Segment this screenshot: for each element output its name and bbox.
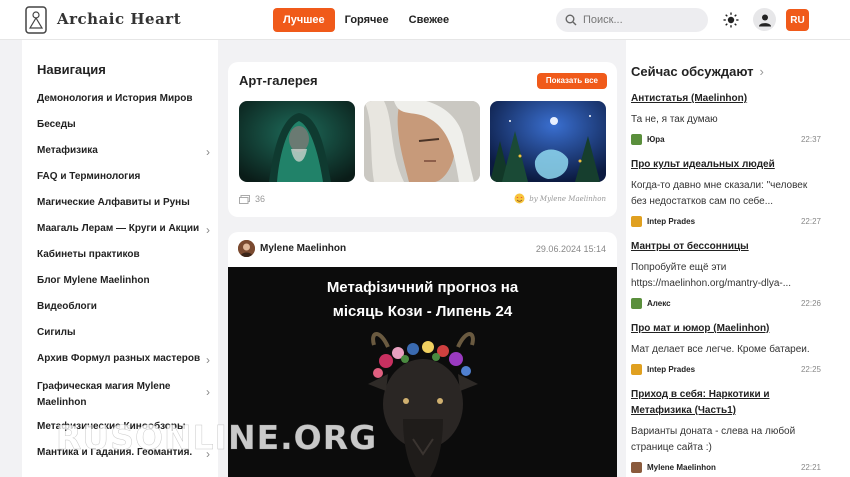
tab-hot[interactable]: Горячее	[335, 8, 399, 32]
discussion-user[interactable]: Юра	[647, 135, 665, 144]
discussion-title[interactable]: Про культ идеальных людей	[631, 157, 821, 173]
sidebar-item[interactable]: Маагаль Лерам — Круги и Акции ›	[37, 222, 212, 248]
images-icon	[239, 194, 250, 204]
gallery-thumbnail[interactable]	[490, 101, 606, 182]
post-headline-line1: Метафізичний прогноз на	[326, 279, 519, 296]
chevron-right-icon[interactable]: ›	[206, 386, 210, 398]
discussion-title[interactable]: Антистатья (Maelinhon)	[631, 91, 821, 107]
sidebar-item[interactable]: Демонология и История Миров	[37, 92, 212, 118]
discussion-text[interactable]: Попробуйте ещё эти https://maelinhon.org…	[631, 260, 821, 292]
discussion-user[interactable]: Intep Prades	[647, 365, 695, 374]
sidebar-item[interactable]: Графическая магия Mylene Maelinhon ›	[37, 378, 212, 420]
discussion-user[interactable]: Алекс	[647, 299, 671, 308]
discussion-title[interactable]: Мантры от бессонницы	[631, 239, 821, 255]
discussion-time: 22:37	[800, 135, 821, 144]
discussion-user[interactable]: Mylene Maelinhon	[647, 463, 716, 472]
discussion-item: Антистатья (Maelinhon) Та не, я так дума…	[631, 91, 821, 147]
chevron-right-icon[interactable]: ›	[206, 224, 210, 236]
discussion-meta: Алекс 22:26	[631, 297, 821, 311]
discussion-time: 22:26	[800, 299, 821, 308]
sidebar-navigation: Навигация Демонология и История Миров Бе…	[22, 40, 218, 477]
sidebar-list: Демонология и История Миров Беседы Метаф…	[37, 92, 212, 472]
gallery-thumbnail[interactable]	[364, 101, 480, 182]
chevron-right-icon[interactable]: ›	[760, 64, 764, 79]
discussion-title[interactable]: Про мат и юмор (Maelinhon)	[631, 321, 821, 337]
post-headline-line2: місяць Кози - Липень 24	[332, 303, 513, 320]
sidebar-item[interactable]: Метафизика ›	[37, 144, 212, 170]
discussion-time: 22:25	[800, 365, 821, 374]
art-gallery-card: Арт-галерея Показать все 36 by Mylene Ma…	[228, 62, 617, 217]
discussion-item: Про мат и юмор (Maelinhon) Мат делает вс…	[631, 321, 821, 377]
search-box[interactable]	[556, 8, 708, 32]
avatar[interactable]	[631, 462, 642, 473]
sidebar-item[interactable]: Беседы	[37, 118, 212, 144]
post-author[interactable]: Mylene Maelinhon	[260, 243, 346, 254]
logo-icon[interactable]	[25, 6, 47, 34]
theme-toggle-icon[interactable]	[723, 12, 739, 28]
discussion-user[interactable]: Intep Prades	[647, 217, 695, 226]
post-date: 29.06.2024 15:14	[535, 244, 606, 254]
gallery-title: Арт-галерея	[239, 73, 318, 88]
avatar[interactable]	[631, 134, 642, 145]
discussion-meta: Юра 22:37	[631, 133, 821, 147]
tab-best[interactable]: Лучшее	[273, 8, 335, 32]
avatar[interactable]	[631, 364, 642, 375]
discussion-item: Приход в себя: Наркотики и Метафизика (Ч…	[631, 387, 821, 475]
avatar[interactable]	[631, 298, 642, 309]
gallery-signature: by Mylene Maelinhon	[514, 193, 606, 204]
sidebar-item[interactable]: Кабинеты практиков	[37, 248, 212, 274]
sidebar-item[interactable]: Блог Mylene Maelinhon	[37, 274, 212, 300]
discussion-text[interactable]: Варианты доната - слева на любой страниц…	[631, 424, 821, 456]
search-icon	[565, 14, 577, 26]
discussion-meta: Intep Prades 22:27	[631, 215, 821, 229]
discussions-panel: Сейчас обсуждают › Антистатья (Maelinhon)…	[626, 40, 850, 477]
sidebar-title: Навигация	[37, 62, 106, 77]
user-icon	[758, 14, 771, 26]
watermark: RUSONLINE.ORG	[56, 418, 378, 458]
top-header: Archaic Heart Лучшее Горячее Свежее RU	[0, 0, 850, 40]
user-account-button[interactable]	[753, 8, 776, 31]
discussion-text[interactable]: Та не, я так думаю	[631, 112, 821, 128]
brand-name[interactable]: Archaic Heart	[57, 10, 181, 28]
gallery-thumbnail[interactable]	[239, 101, 355, 182]
gallery-count: 36	[239, 194, 265, 204]
avatar[interactable]	[631, 216, 642, 227]
show-all-button[interactable]: Показать все	[536, 73, 607, 89]
tab-new[interactable]: Свежее	[399, 8, 459, 32]
discussion-time: 22:21	[800, 463, 821, 472]
discussion-title[interactable]: Приход в себя: Наркотики и Метафизика (Ч…	[631, 387, 821, 419]
discussion-time: 22:27	[800, 217, 821, 226]
chevron-right-icon[interactable]: ›	[206, 354, 210, 366]
sidebar-item[interactable]: Магические Алфавиты и Руны	[37, 196, 212, 222]
discussions-title[interactable]: Сейчас обсуждают ›	[631, 64, 764, 79]
sidebar-item[interactable]: Архив Формул разных мастеров ›	[37, 352, 212, 378]
sidebar-item[interactable]: Сигилы	[37, 326, 212, 352]
discussion-item: Про культ идеальных людей Когда-то давно…	[631, 157, 821, 229]
discussion-item: Мантры от бессонницы Попробуйте ещё эти …	[631, 239, 821, 311]
search-input[interactable]	[583, 14, 693, 26]
discussion-text[interactable]: Мат делает все легче. Кроме батареи.	[631, 342, 821, 358]
top-tabs: Лучшее Горячее Свежее	[273, 8, 459, 32]
avatar[interactable]	[238, 240, 255, 257]
discussion-text[interactable]: Когда-то давно мне сказали: "человек без…	[631, 178, 821, 210]
sidebar-item[interactable]: FAQ и Терминология	[37, 170, 212, 196]
language-button[interactable]: RU	[786, 9, 809, 31]
smiley-heart-eyes-icon	[514, 193, 525, 204]
sidebar-item[interactable]: Видеоблоги	[37, 300, 212, 326]
chevron-right-icon[interactable]: ›	[206, 146, 210, 158]
discussion-meta: Mylene Maelinhon 22:21	[631, 461, 821, 475]
discussion-meta: Intep Prades 22:25	[631, 363, 821, 377]
